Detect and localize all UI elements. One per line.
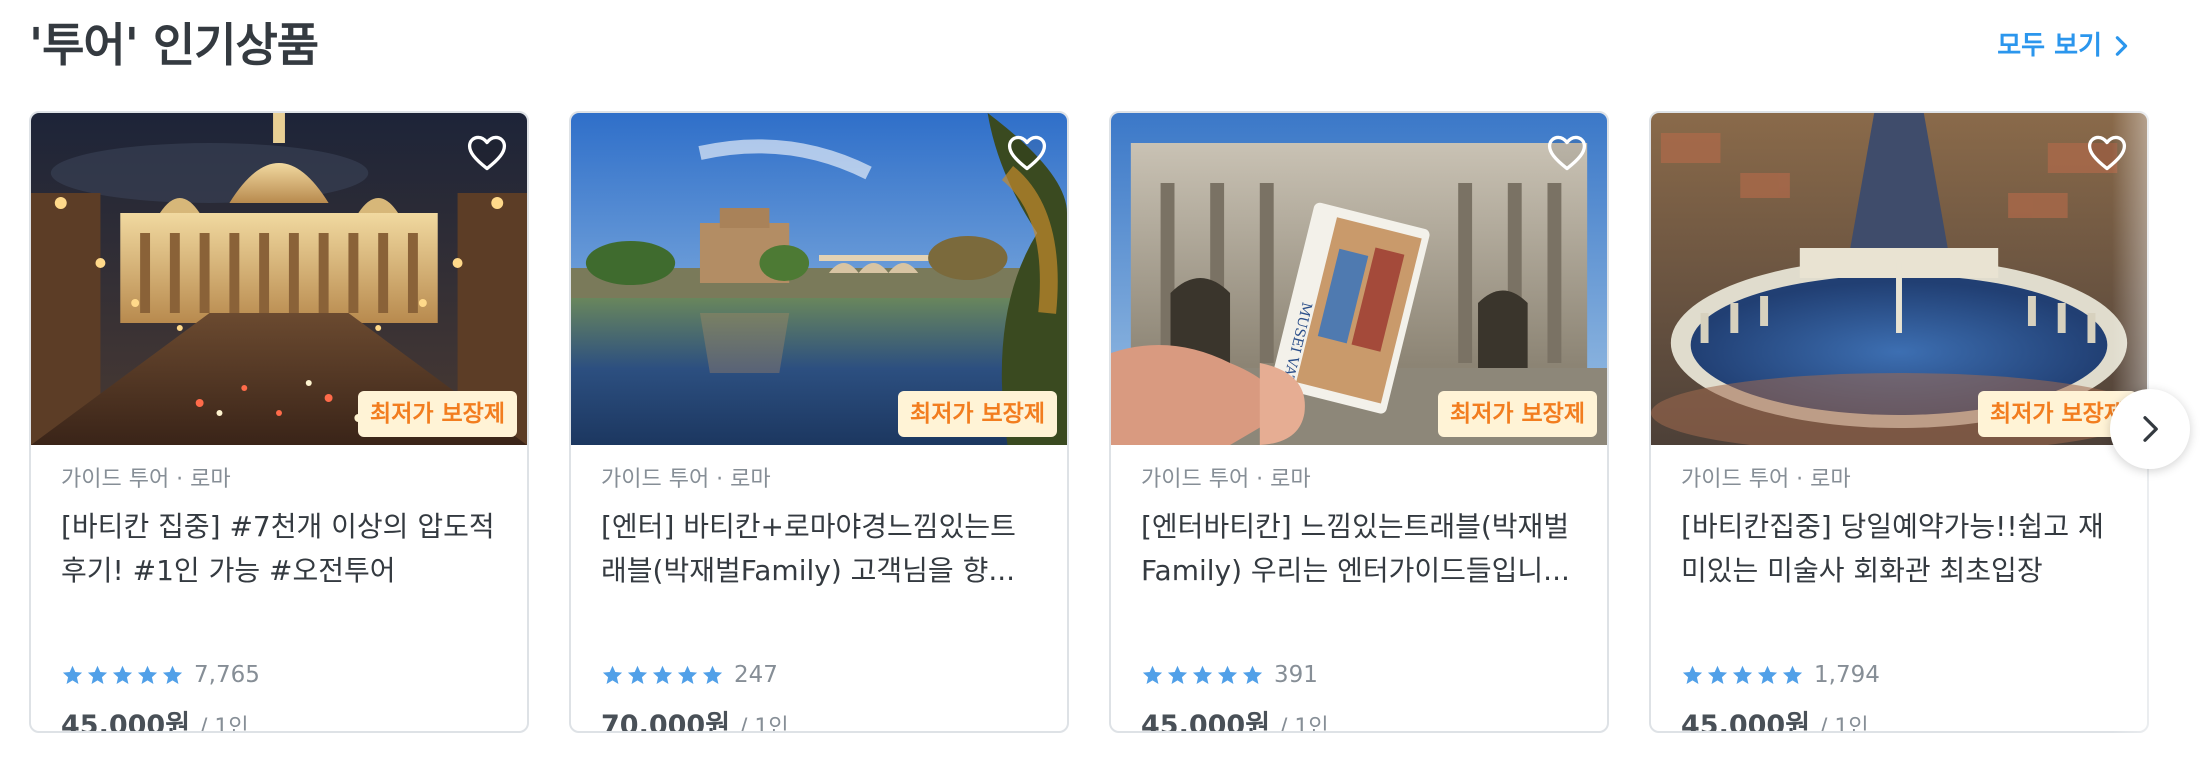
star-icon [62,665,83,684]
star-icon [602,665,623,684]
star-icon [1757,665,1778,684]
product-name: [엔터] 바티칸+로마야경느낌있는트래블(박재벌Family) 고객님을 향..… [601,510,1016,587]
price-row: 45,000원 / 1인 [61,703,497,733]
price-row: 70,000원 / 1인 [601,703,1037,733]
star-icon [1142,665,1163,684]
product-name: [엔터바티칸] 느낌있는트래블(박재벌Family) 우리는 엔터가이드들입니.… [1141,510,1570,587]
review-count: 1,794 [1814,662,1880,688]
star-icon [1217,665,1238,684]
product-image: MUSEI VATICANI 최저가 보장제 [1111,113,1607,445]
star-icon [677,665,698,684]
product-card[interactable]: 최저가 보장제 가이드 투어 · 로마 [바티칸집중] 당일예약가능!!쉽고 재… [1649,111,2149,733]
star-icon [1707,665,1728,684]
product-image: 최저가 보장제 [571,113,1067,445]
lowest-price-badge: 최저가 보장제 [1438,391,1597,437]
star-icon [1242,665,1263,684]
review-count: 7,765 [194,662,260,688]
product-price: 45,000원 [1681,710,1811,733]
product-card[interactable]: 최저가 보장제 가이드 투어 · 로마 [엔터] 바티칸+로마야경느낌있는트래블… [569,111,1069,733]
carousel-next-button[interactable] [2110,389,2190,469]
product-image: 최저가 보장제 [31,113,527,445]
lowest-price-badge: 최저가 보장제 [898,391,1057,437]
price-unit: / 1인 [1820,715,1869,733]
star-icon [1192,665,1213,684]
star-rating [1141,664,1264,687]
star-icon [652,665,673,684]
product-price: 70,000원 [601,710,731,733]
chevron-right-icon [2115,36,2128,56]
price-unit: / 1인 [740,715,789,733]
product-rating: 1,794 [1681,659,2117,691]
product-price: 45,000원 [61,710,191,733]
wishlist-heart-icon[interactable] [1545,131,1589,175]
wishlist-heart-icon[interactable] [1005,131,1049,175]
product-name: [바티칸집중] 당일예약가능!!쉽고 재미있는 미술사 회화관 최초입장 [1681,510,2104,587]
lowest-price-badge: 최저가 보장제 [358,391,517,437]
star-icon [87,665,108,684]
product-card[interactable]: 최저가 보장제 가이드 투어 · 로마 [바티칸 집중] #7천개 이상의 압도… [29,111,529,733]
price-unit: / 1인 [1280,715,1329,733]
product-image: 최저가 보장제 [1651,113,2147,445]
review-count: 247 [734,662,778,688]
product-card[interactable]: MUSEI VATICANI 최저가 보장제 가이드 투어 · 로마 [엔터바티… [1109,111,1609,733]
product-rating: 391 [1141,659,1577,691]
star-icon [137,665,158,684]
star-rating [1681,664,1804,687]
chevron-right-icon [2143,416,2158,442]
section-title: '투어' 인기상품 [29,18,319,72]
product-name: [바티칸 집중] #7천개 이상의 압도적 후기! #1인 가능 #오전투어 [61,510,495,587]
product-category: 가이드 투어 · 로마 [1681,467,1851,492]
star-icon [1782,665,1803,684]
price-unit: / 1인 [200,715,249,733]
star-icon [702,665,723,684]
star-icon [1167,665,1188,684]
star-icon [1732,665,1753,684]
star-icon [112,665,133,684]
star-rating [601,664,724,687]
product-carousel: 최저가 보장제 가이드 투어 · 로마 [바티칸 집중] #7천개 이상의 압도… [29,111,2202,733]
product-price: 45,000원 [1141,710,1271,733]
product-category: 가이드 투어 · 로마 [1141,467,1311,492]
review-count: 391 [1274,662,1318,688]
product-rating: 7,765 [61,659,497,691]
wishlist-heart-icon[interactable] [465,131,509,175]
star-rating [61,664,184,687]
star-icon [627,665,648,684]
star-icon [1682,665,1703,684]
price-row: 45,000원 / 1인 [1681,703,2117,733]
view-all-link[interactable]: 모두 보기 [1997,26,2132,66]
price-row: 45,000원 / 1인 [1141,703,1577,733]
product-category: 가이드 투어 · 로마 [601,467,771,492]
product-category: 가이드 투어 · 로마 [61,467,231,492]
star-icon [162,665,183,684]
product-rating: 247 [601,659,1037,691]
view-all-label: 모두 보기 [1997,31,2102,61]
